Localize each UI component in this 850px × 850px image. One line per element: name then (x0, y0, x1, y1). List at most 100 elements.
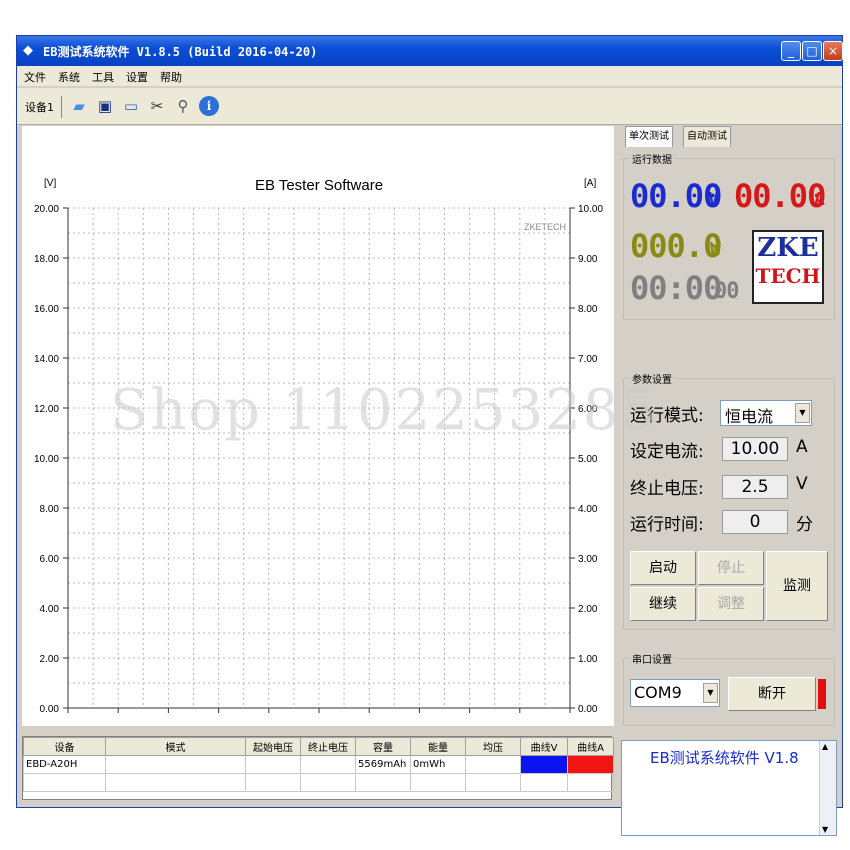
logo-text-tech: TECH (755, 264, 821, 288)
y-left-tick-label: 2.00 (40, 654, 60, 665)
params-label: 参数设置 (630, 371, 674, 386)
y-left-tick-label: 16.00 (34, 304, 59, 315)
col-curve-v[interactable]: 曲线V (520, 737, 568, 756)
chevron-down-icon[interactable]: ▼ (795, 403, 810, 423)
col-energy[interactable]: 能量 (410, 737, 466, 756)
connection-status-indicator (818, 679, 826, 709)
mode-select[interactable]: 恒电流 ▼ (720, 400, 812, 426)
run-time-input[interactable]: 0 (722, 510, 788, 534)
empty-cell (245, 773, 301, 792)
open-icon[interactable]: ▰ (69, 96, 89, 116)
menu-help[interactable]: 帮助 (160, 69, 182, 85)
y-right-tick-label: 10.00 (578, 204, 603, 215)
tab-auto-test[interactable]: 自动测试 (683, 126, 731, 147)
col-avg-voltage[interactable]: 均压 (465, 737, 521, 756)
save-icon[interactable]: ▣ (95, 96, 115, 116)
menu-system[interactable]: 系统 (58, 69, 80, 85)
chevron-down-icon[interactable]: ▼ (703, 683, 718, 703)
y-left-tick-label: 8.00 (40, 504, 60, 515)
title-bar[interactable]: ◆ EB测试系统软件 V1.8.5 (Build 2016-04-20) _ □… (17, 36, 843, 66)
zketech-logo: ZKE TECH (752, 230, 824, 304)
cutoff-voltage-input[interactable]: 2.5 (722, 475, 788, 499)
minimize-button[interactable]: _ (781, 41, 801, 61)
screen-icon[interactable]: ▭ (121, 96, 141, 116)
empty-cell (567, 773, 614, 792)
close-button[interactable]: × (823, 41, 843, 61)
monitor-button[interactable]: 监测 (766, 551, 828, 621)
y-left-tick-label: 0.00 (40, 704, 60, 715)
col-end-voltage[interactable]: 终止电压 (300, 737, 356, 756)
chevron-down-icon[interactable]: ▼ (822, 825, 828, 834)
tab-single-test[interactable]: 单次测试 (625, 126, 673, 147)
result-table: 设备 模式 起始电压 终止电压 容量 能量 均压 曲线V 曲线A EBD-A20… (22, 736, 614, 800)
app-icon: ◆ (23, 43, 33, 58)
stop-button[interactable]: 停止 (698, 551, 764, 585)
current-unit: A (814, 189, 825, 210)
tools-icon[interactable]: ✂ (147, 96, 167, 116)
menu-file[interactable]: 文件 (24, 69, 46, 85)
serial-label: 串口设置 (630, 651, 674, 666)
cell-energy: 0mWh (410, 755, 466, 774)
logo-text-zke: ZKE (757, 233, 819, 263)
y-right-tick-label: 7.00 (578, 354, 598, 365)
mode-label: 运行模式: (630, 406, 704, 426)
voltage-unit: V (708, 189, 719, 210)
y-right-tick-label: 3.00 (578, 554, 598, 565)
adjust-button[interactable]: 调整 (698, 587, 764, 621)
col-curve-a[interactable]: 曲线A (567, 737, 614, 756)
y-right-tick-label: 9.00 (578, 254, 598, 265)
cell-device: EBD-A20H (23, 755, 106, 774)
set-current-unit: A (796, 437, 808, 457)
chevron-up-icon[interactable]: ▲ (822, 742, 828, 751)
run-time-unit: 分 (796, 515, 813, 535)
window-title: EB测试系统软件 V1.8.5 (Build 2016-04-20) (43, 45, 318, 59)
table-row (23, 773, 614, 792)
current-display: 00.00 (734, 177, 826, 215)
col-start-voltage[interactable]: 起始电压 (245, 737, 301, 756)
col-capacity[interactable]: 容量 (355, 737, 411, 756)
empty-cell (300, 773, 356, 792)
y-left-tick-label: 10.00 (34, 454, 59, 465)
menu-settings[interactable]: 设置 (126, 69, 148, 85)
table-row[interactable]: EBD-A20H 5569mAh 0mWh (23, 755, 614, 774)
y-left-tick-label: 14.00 (34, 354, 59, 365)
info-icon[interactable]: i (199, 96, 219, 116)
info-box: EB测试系统软件 V1.8 ▲ ▼ (621, 740, 837, 836)
curve-a-color-swatch[interactable] (567, 755, 614, 774)
continue-button[interactable]: 继续 (630, 587, 696, 621)
curve-v-color-swatch[interactable] (520, 755, 568, 774)
y-right-tick-label: 5.00 (578, 454, 598, 465)
info-text: EB测试系统软件 V1.8 (650, 749, 799, 767)
cell-avg-voltage (465, 755, 521, 774)
zoom-icon[interactable]: ⚲ (173, 96, 193, 116)
menu-tools[interactable]: 工具 (92, 69, 114, 85)
cell-start-voltage (245, 755, 301, 774)
maximize-button[interactable]: □ (802, 41, 822, 61)
cell-end-voltage (300, 755, 356, 774)
chart-title: EB Tester Software (255, 177, 383, 194)
device-label[interactable]: 设备1 (25, 99, 54, 115)
y-right-tick-label: 8.00 (578, 304, 598, 315)
col-device[interactable]: 设备 (23, 737, 106, 756)
empty-cell (355, 773, 411, 792)
toolbar-divider (61, 96, 62, 118)
y-left-unit-label: [V] (44, 178, 56, 189)
set-current-input[interactable]: 10.00 (722, 437, 788, 461)
start-button[interactable]: 启动 (630, 551, 696, 585)
cell-mode (105, 755, 246, 774)
app-window: ◆ EB测试系统软件 V1.8.5 (Build 2016-04-20) _ □… (16, 35, 843, 836)
run-data-group: 运行数据 00.00 V 00.00 A 000.0 W 00:00 00 ZK… (623, 151, 835, 320)
time-display: 00:00 (630, 269, 722, 307)
disconnect-button[interactable]: 断开 (728, 677, 816, 711)
set-current-label: 设定电流: (630, 442, 704, 462)
y-left-tick-label: 18.00 (34, 254, 59, 265)
empty-cell (465, 773, 521, 792)
col-mode[interactable]: 模式 (105, 737, 246, 756)
port-select[interactable]: COM9 ▼ (630, 679, 720, 707)
y-right-tick-label: 2.00 (578, 604, 598, 615)
toolbar: 设备1 ▰ ▣ ▭ ✂ ⚲ i (17, 88, 842, 125)
time-seconds-display: 00 (714, 279, 739, 304)
cutoff-voltage-unit: V (796, 474, 808, 494)
info-scrollbar[interactable]: ▲ ▼ (819, 741, 836, 835)
y-left-tick-label: 6.00 (40, 554, 60, 565)
